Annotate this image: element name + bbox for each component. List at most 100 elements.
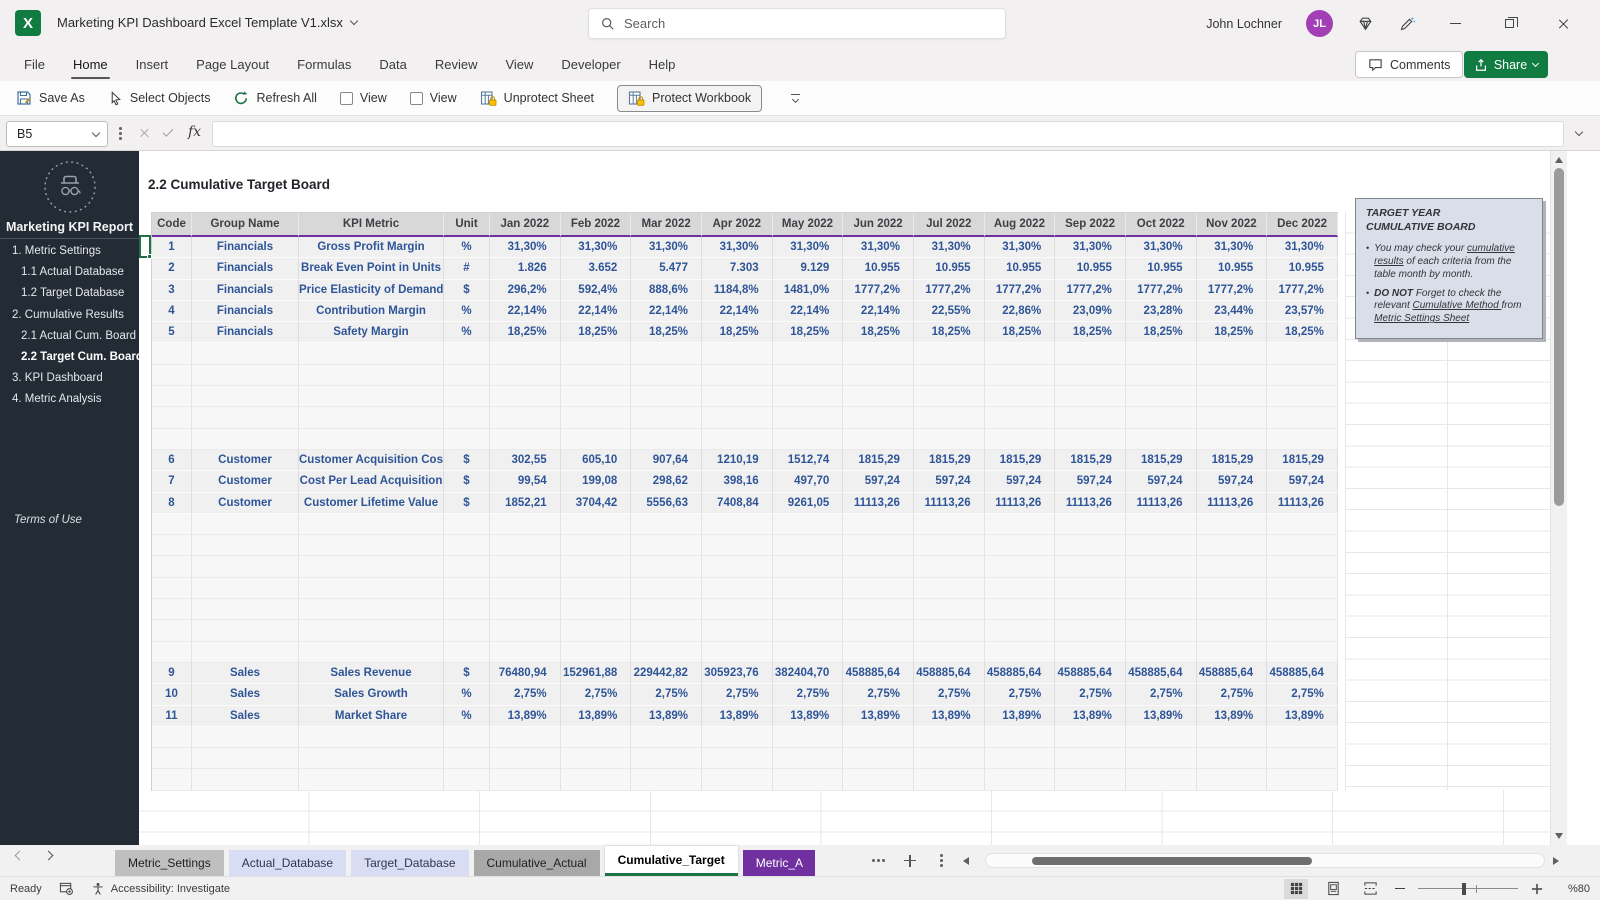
selected-cell-indicator[interactable]	[139, 235, 152, 259]
cell-group[interactable]: Financials	[192, 237, 299, 259]
zoom-level[interactable]: %80	[1556, 883, 1590, 895]
cell-value[interactable]: 10.955	[913, 258, 985, 280]
empty-cell[interactable]	[843, 726, 914, 749]
cell-metric[interactable]: Price Elasticity of Demand	[299, 279, 444, 301]
cell-value[interactable]: 1815,29	[1267, 449, 1338, 472]
cell-value[interactable]: 31,30%	[772, 237, 844, 259]
empty-cell[interactable]	[1055, 513, 1126, 536]
empty-cell[interactable]	[1267, 726, 1338, 749]
cell-value[interactable]: 10.955	[1055, 258, 1126, 280]
empty-cell[interactable]	[444, 577, 490, 600]
cell-value[interactable]: 458885,64	[1125, 662, 1197, 685]
empty-cell[interactable]	[843, 641, 914, 663]
empty-cell[interactable]	[1196, 769, 1268, 791]
empty-cell[interactable]	[444, 556, 490, 578]
empty-cell[interactable]	[192, 513, 299, 536]
horizontal-scroll-thumb[interactable]	[1032, 857, 1312, 865]
cell-value[interactable]: 13,89%	[701, 705, 773, 727]
empty-cell[interactable]	[772, 769, 844, 791]
empty-cell[interactable]	[1196, 364, 1268, 387]
cell-value[interactable]: 11113,26	[984, 492, 1056, 514]
empty-cell[interactable]	[701, 364, 773, 387]
cell-value[interactable]: 7408,84	[701, 492, 773, 514]
empty-cell[interactable]	[560, 620, 632, 642]
empty-cell[interactable]	[1055, 769, 1126, 791]
empty-cell[interactable]	[1196, 748, 1268, 770]
cell-value[interactable]: 2,75%	[560, 684, 632, 706]
empty-cell[interactable]	[560, 769, 632, 791]
cell-value[interactable]: 298,62	[631, 471, 702, 493]
empty-cell[interactable]	[299, 407, 444, 429]
cell-value[interactable]: 152961,88	[560, 662, 632, 685]
cell-value[interactable]: 597,24	[984, 471, 1056, 493]
cell-value[interactable]: 2,75%	[701, 684, 773, 706]
column-header-dec-2022[interactable]: Dec 2022	[1267, 213, 1338, 237]
empty-cell[interactable]	[490, 620, 561, 642]
empty-cell[interactable]	[1125, 726, 1197, 749]
cell-metric[interactable]: Market Share	[299, 705, 444, 727]
cell-value[interactable]: 2,75%	[631, 684, 702, 706]
empty-cell[interactable]	[560, 535, 632, 557]
empty-cell[interactable]	[1267, 535, 1338, 557]
column-header-jul-2022[interactable]: Jul 2022	[913, 213, 985, 237]
empty-cell[interactable]	[490, 748, 561, 770]
cell-value[interactable]: 10.955	[984, 258, 1056, 280]
empty-cell[interactable]	[1125, 364, 1197, 387]
column-header-mar-2022[interactable]: Mar 2022	[631, 213, 702, 237]
empty-cell[interactable]	[1125, 535, 1197, 557]
toolbar-overflow-icon[interactable]	[791, 93, 801, 104]
empty-cell[interactable]	[1055, 386, 1126, 408]
cell-value[interactable]: 13,89%	[913, 705, 985, 727]
ribbon-tab-review[interactable]: Review	[421, 47, 492, 81]
empty-cell[interactable]	[913, 535, 985, 557]
empty-cell[interactable]	[152, 769, 192, 791]
cell-value[interactable]: 13,89%	[984, 705, 1056, 727]
empty-cell[interactable]	[1055, 364, 1126, 387]
empty-cell[interactable]	[560, 577, 632, 600]
empty-cell[interactable]	[984, 513, 1056, 536]
insert-function-icon[interactable]: fx	[188, 124, 201, 140]
column-header-jan-2022[interactable]: Jan 2022	[490, 213, 561, 237]
empty-cell[interactable]	[913, 748, 985, 770]
toolbar-save-as-button[interactable]: Save As	[16, 90, 85, 106]
cell-group[interactable]: Sales	[192, 684, 299, 706]
empty-cell[interactable]	[1055, 620, 1126, 642]
empty-cell[interactable]	[631, 407, 702, 429]
empty-cell[interactable]	[1055, 407, 1126, 429]
cell-value[interactable]: 458885,64	[913, 662, 985, 685]
cell-value[interactable]: 7.303	[701, 258, 773, 280]
empty-cell[interactable]	[490, 513, 561, 536]
zoom-slider[interactable]	[1418, 882, 1518, 896]
empty-cell[interactable]	[1055, 577, 1126, 600]
cell-value[interactable]: 13,89%	[843, 705, 914, 727]
sidebar-item-3-kpi-dashboard[interactable]: 3. KPI Dashboard	[0, 368, 139, 389]
empty-cell[interactable]	[843, 343, 914, 365]
cell-value[interactable]: 18,25%	[701, 322, 773, 344]
column-header-nov-2022[interactable]: Nov 2022	[1196, 213, 1268, 237]
empty-cell[interactable]	[772, 386, 844, 408]
cell-value[interactable]: 31,30%	[560, 237, 632, 259]
cell-value[interactable]: 18,25%	[631, 322, 702, 344]
empty-cell[interactable]	[152, 726, 192, 749]
cell-value[interactable]: 2,75%	[772, 684, 844, 706]
empty-cell[interactable]	[192, 748, 299, 770]
cell-value[interactable]: 13,89%	[631, 705, 702, 727]
empty-cell[interactable]	[913, 386, 985, 408]
empty-cell[interactable]	[843, 513, 914, 536]
empty-cell[interactable]	[772, 599, 844, 621]
toolbar-view-button[interactable]: View	[409, 91, 457, 105]
empty-cell[interactable]	[772, 428, 844, 450]
empty-cell[interactable]	[444, 513, 490, 536]
cell-code[interactable]: 11	[152, 705, 192, 727]
cell-value[interactable]: 605,10	[560, 449, 632, 472]
empty-cell[interactable]	[631, 748, 702, 770]
zoom-in-icon[interactable]	[1531, 883, 1543, 894]
empty-cell[interactable]	[444, 641, 490, 663]
cell-group[interactable]: Customer	[192, 471, 299, 493]
formula-input[interactable]	[212, 121, 1564, 147]
cell-value[interactable]: 23,44%	[1196, 300, 1268, 323]
empty-cell[interactable]	[984, 386, 1056, 408]
cell-unit[interactable]: #	[444, 258, 490, 280]
hscroll-left-icon[interactable]	[963, 845, 969, 876]
empty-cell[interactable]	[560, 343, 632, 365]
